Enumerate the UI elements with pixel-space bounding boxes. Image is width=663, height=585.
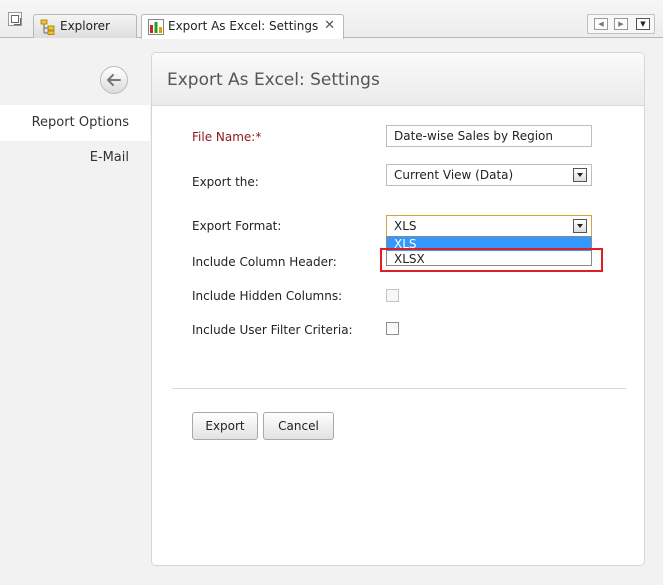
- include-user-filter-criteria-checkbox[interactable]: [386, 322, 399, 335]
- panel-header: Export As Excel: Settings: [152, 53, 644, 106]
- settings-panel: Export As Excel: Settings File Name:* Da…: [151, 52, 645, 566]
- chevron-down-icon[interactable]: ▼: [636, 18, 650, 30]
- export-the-label: Export the:: [192, 175, 259, 189]
- sidebar-item-email[interactable]: E-Mail: [0, 140, 150, 176]
- tab-navigation: ◀ ▶ ▼: [587, 14, 655, 34]
- export-format-select[interactable]: XLS: [386, 215, 592, 237]
- export-the-value: Current View (Data): [394, 168, 514, 182]
- include-column-header-label: Include Column Header:: [192, 255, 337, 269]
- file-name-input[interactable]: Date-wise Sales by Region: [386, 125, 592, 147]
- restore-window-icon[interactable]: [8, 12, 22, 26]
- file-name-label: File Name:*: [192, 130, 262, 144]
- export-format-label: Export Format:: [192, 219, 282, 233]
- close-tab-icon[interactable]: ✕: [324, 15, 335, 37]
- export-button[interactable]: Export: [192, 412, 258, 440]
- sidebar: Report Options E-Mail: [0, 38, 150, 585]
- page-title: Export As Excel: Settings: [167, 70, 380, 90]
- tab-export-settings-label: Export As Excel: Settings: [168, 19, 319, 33]
- arrow-left-icon[interactable]: ◀: [594, 18, 608, 30]
- tab-explorer-label: Explorer: [60, 19, 110, 33]
- chevron-down-icon[interactable]: [573, 219, 587, 233]
- arrow-right-icon[interactable]: ▶: [614, 18, 628, 30]
- back-button[interactable]: [100, 66, 128, 94]
- divider: [172, 388, 626, 389]
- cancel-button[interactable]: Cancel: [263, 412, 334, 440]
- include-hidden-columns-checkbox[interactable]: [386, 289, 399, 302]
- chevron-down-icon[interactable]: [573, 168, 587, 182]
- explorer-icon: [40, 19, 56, 35]
- export-the-select[interactable]: Current View (Data): [386, 164, 592, 186]
- include-user-filter-criteria-label: Include User Filter Criteria:: [192, 323, 353, 337]
- tab-export-as-excel-settings[interactable]: Export As Excel: Settings ✕: [141, 14, 344, 39]
- export-format-value: XLS: [394, 219, 417, 233]
- include-hidden-columns-label: Include Hidden Columns:: [192, 289, 343, 303]
- excel-chart-icon: [148, 19, 164, 35]
- back-arrow-icon: [107, 74, 121, 86]
- tab-bar: Explorer Export As Excel: Settings ✕ ◀ ▶…: [0, 0, 663, 39]
- annotation-highlight-box: [380, 248, 603, 272]
- sidebar-item-report-options[interactable]: Report Options: [0, 105, 150, 141]
- tab-explorer[interactable]: Explorer: [33, 14, 137, 38]
